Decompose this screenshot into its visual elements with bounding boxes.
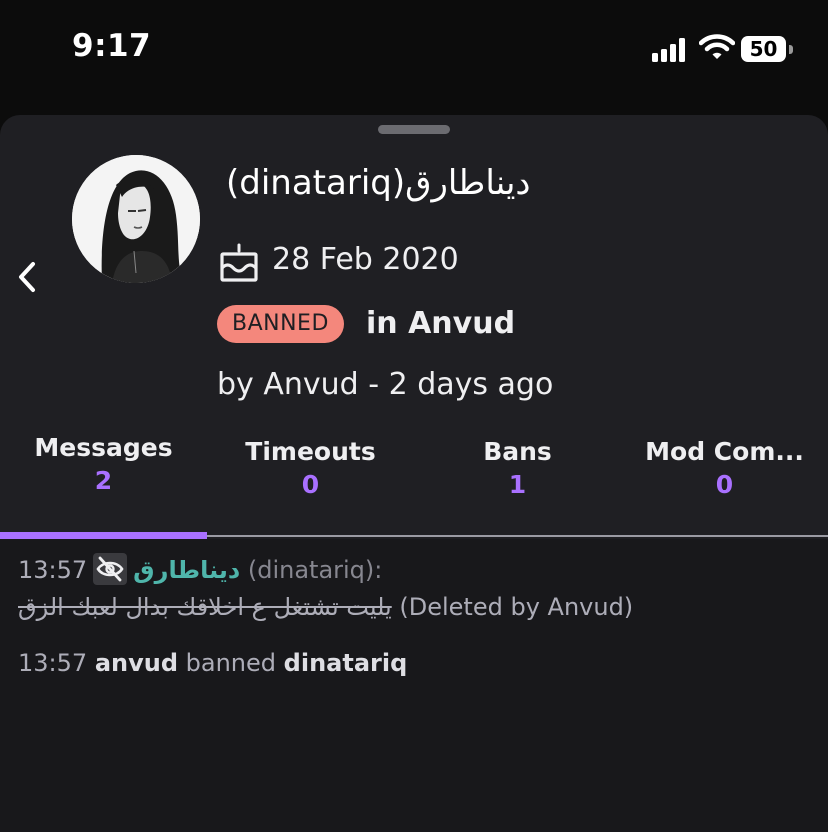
sheet-grabber[interactable]: [378, 125, 450, 134]
tab-active-indicator: [0, 532, 207, 539]
tab-label: Timeouts: [245, 437, 376, 466]
tab-bar: Messages 2 Timeouts 0 Bans 1 Mod Com... …: [0, 433, 828, 533]
banned-badge: BANNED: [217, 305, 344, 343]
status-bar: 9:17 50: [0, 0, 828, 100]
battery-percent: 50: [749, 37, 778, 61]
event-actor[interactable]: anvud: [95, 649, 178, 677]
avatar-image: [72, 155, 200, 283]
event-target[interactable]: dinatariq: [284, 649, 408, 677]
avatar: [72, 155, 200, 283]
user-card-sheet: (dinatariq)ديناطارق 28 Feb 2020 BANNED i…: [0, 115, 828, 832]
deleted-note: (Deleted by Anvud): [399, 593, 634, 621]
message-log: 13:57 ديناطارق (dinatariq): يليت تشتغل ع …: [0, 539, 828, 832]
account-created-date: 28 Feb 2020: [272, 242, 459, 277]
ban-channel: in Anvud: [366, 306, 516, 341]
tab-label: Messages: [34, 433, 173, 462]
tab-messages[interactable]: Messages 2: [0, 433, 207, 495]
chevron-left-icon: [19, 262, 35, 292]
back-button[interactable]: [12, 257, 42, 297]
tab-mod-comments[interactable]: Mod Com... 0: [621, 437, 828, 499]
deleted-message-text: يليت تشتغل ع اخلاقك بدال لعبك الزق: [18, 593, 392, 621]
log-message-header: 13:57 ديناطارق (dinatariq):: [18, 553, 383, 587]
log-time: 13:57: [18, 556, 88, 584]
wifi-icon: [699, 34, 735, 59]
display-name: (dinatariq)ديناطارق: [226, 163, 531, 203]
battery-icon: 50: [741, 36, 793, 64]
log-time: 13:57: [18, 649, 88, 677]
ban-meta: by Anvud - 2 days ago: [217, 367, 554, 402]
tab-timeouts[interactable]: Timeouts 0: [207, 437, 414, 499]
tab-count: 1: [508, 470, 527, 499]
eye-slash-icon[interactable]: [93, 553, 128, 585]
tab-count: 0: [301, 470, 320, 499]
log-login: (dinatariq):: [247, 556, 383, 584]
tab-count: 0: [715, 470, 734, 499]
log-message-body: يليت تشتغل ع اخلاقك بدال لعبك الزق (Dele…: [18, 593, 633, 621]
status-time: 9:17: [72, 28, 152, 64]
cellular-signal-icon: [652, 38, 688, 62]
tab-label: Bans: [483, 437, 552, 466]
cake-icon: [220, 243, 258, 282]
log-ban-event: 13:57 anvud banned dinatariq: [18, 649, 407, 677]
event-action: banned: [185, 649, 277, 677]
tab-label: Mod Com...: [645, 437, 804, 466]
log-username[interactable]: ديناطارق: [133, 556, 240, 584]
tab-count: 2: [94, 466, 113, 495]
tab-bans[interactable]: Bans 1: [414, 437, 621, 499]
